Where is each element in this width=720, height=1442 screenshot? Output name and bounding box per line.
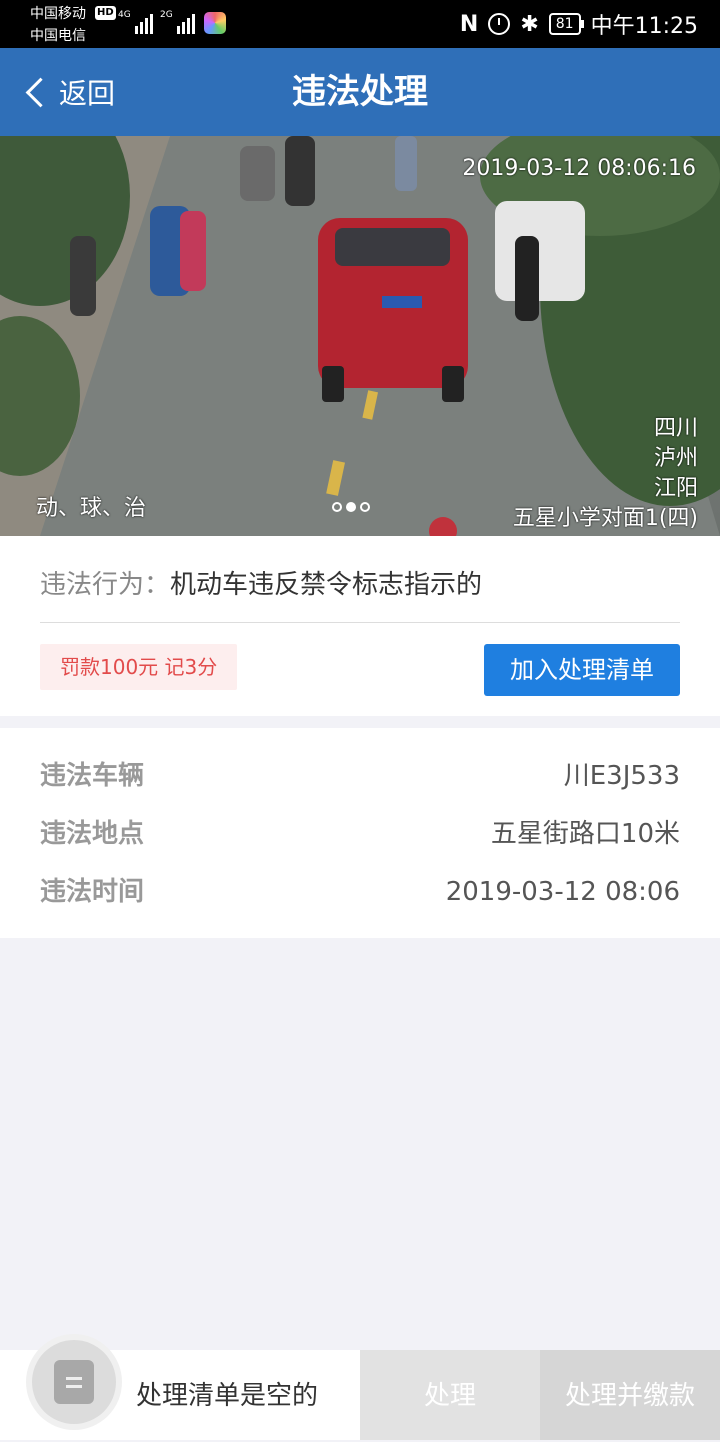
detail-value: 2019-03-12 08:06: [445, 877, 680, 907]
photo-city: 泸州: [653, 446, 698, 471]
carousel-indicator: [332, 502, 370, 512]
app-notification-icon: [204, 12, 226, 34]
hd-badge: HD: [95, 6, 116, 20]
detail-value: 川E3J533: [563, 761, 680, 791]
clock: 中午11:25: [590, 14, 698, 39]
photo-location: 四川 泸州 江阳 五星小学对面1(四): [513, 414, 698, 534]
carrier-primary: 中国移动: [30, 6, 86, 22]
violation-behavior-label: 违法行为：: [40, 570, 171, 600]
violation-details: 违法车辆 川E3J533 违法地点 五星街路口10米 违法时间 2019-03-…: [0, 728, 720, 938]
nfc-icon: N: [459, 11, 479, 37]
carousel-dot[interactable]: [360, 502, 370, 512]
detail-value: 五星街路口10米: [490, 819, 680, 849]
carousel-dot[interactable]: [332, 502, 342, 512]
photo-province: 四川: [653, 416, 698, 441]
nav-bar: 违法处理 返回: [0, 48, 720, 136]
bottom-action-bar: 处理清单是空的 处理 处理并缴款: [0, 1340, 720, 1440]
status-bar: 中国移动 中国电信 HD 4G 2G N ✱ 81 中午11:25: [0, 0, 720, 48]
alarm-icon: [488, 13, 511, 35]
bluetooth-icon: ✱: [520, 11, 539, 37]
signal-icon-2: 2G: [160, 10, 195, 34]
detail-label: 违法时间: [40, 877, 145, 907]
violation-card: 违法行为：机动车违反禁令标志指示的 罚款100元 记3分 加入处理清单: [0, 536, 720, 716]
detail-row-time: 违法时间 2019-03-12 08:06: [40, 872, 680, 912]
carrier-secondary: 中国电信: [30, 28, 86, 44]
detail-row-vehicle: 违法车辆 川E3J533: [40, 756, 680, 796]
photo-district: 江阳: [653, 476, 698, 501]
fine-badge: 罚款100元 记3分: [40, 644, 238, 690]
violation-behavior-value: 机动车违反禁令标志指示的: [170, 570, 483, 600]
signal-icon: 4G: [118, 10, 153, 34]
photo-caption: 动、球、治: [36, 496, 147, 521]
violation-behavior: 违法行为：机动车违反禁令标志指示的: [40, 564, 482, 601]
detail-row-location: 违法地点 五星街路口10米: [40, 814, 680, 854]
photo-timestamp: 2019-03-12 08:06:16: [462, 156, 696, 181]
process-button[interactable]: 处理: [360, 1350, 540, 1440]
back-label: 返回: [59, 77, 116, 110]
process-and-pay-button[interactable]: 处理并缴款: [540, 1350, 720, 1440]
battery-icon: 81: [548, 13, 584, 35]
empty-list-text: 处理清单是空的: [136, 1381, 319, 1411]
photo-location-detail: 五星小学对面1(四): [512, 506, 698, 531]
divider: [40, 622, 680, 623]
detail-label: 违法车辆: [40, 761, 145, 791]
chevron-left-icon: [25, 77, 56, 107]
processing-list-button[interactable]: [32, 1340, 116, 1424]
carousel-dot-active[interactable]: [346, 502, 356, 512]
back-button[interactable]: 返回: [22, 48, 115, 136]
add-to-list-button[interactable]: 加入处理清单: [484, 644, 680, 696]
evidence-photo-carousel[interactable]: 2019-03-12 08:06:16 四川 泸州 江阳 五星小学对面1(四) …: [0, 136, 720, 536]
list-icon: [54, 1360, 94, 1404]
detail-label: 违法地点: [40, 819, 145, 849]
